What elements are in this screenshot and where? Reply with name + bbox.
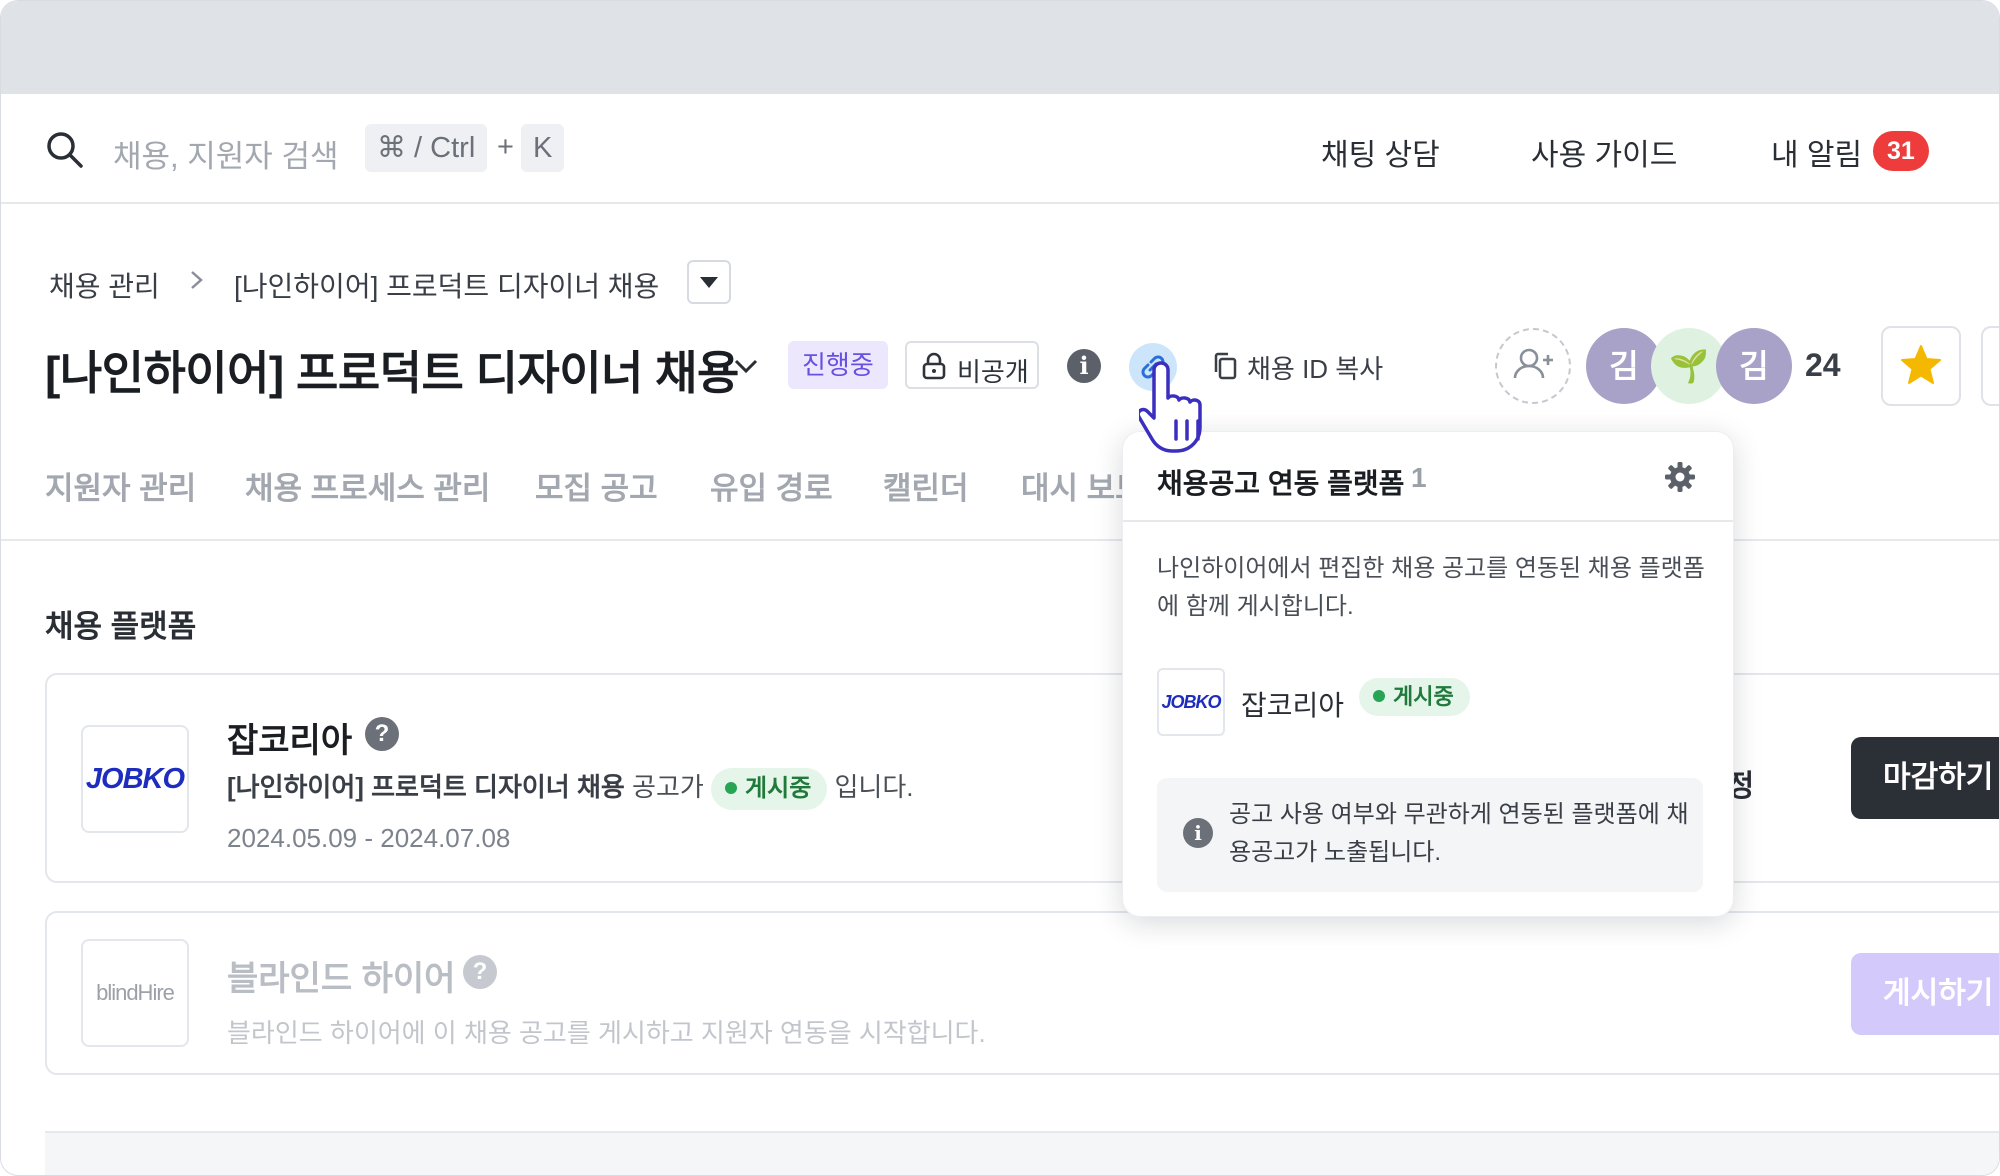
blindhire-logo: blindHire xyxy=(81,939,189,1047)
jobkorea-logo: JOBKO xyxy=(81,725,189,833)
shortcut-key-modifier: ⌘ / Ctrl xyxy=(365,124,488,172)
jobkorea-logo-text: JOBKO xyxy=(85,763,185,795)
visibility-label: 비공개 xyxy=(957,357,1029,387)
platform-card-blindhire: blindHire 블라인드 하이어 ? 블라인드 하이어에 이 채용 공고를 … xyxy=(45,911,1999,1075)
popover-status-badge: 게시중 xyxy=(1359,678,1470,716)
popover-description: 나인하이어에서 편집한 채용 공고를 연동된 채용 플랫폼에 함께 게시합니다. xyxy=(1157,555,1705,620)
member-count: 24 xyxy=(1805,347,1841,383)
add-user-icon xyxy=(1513,348,1553,379)
add-member-button[interactable] xyxy=(1495,328,1571,404)
next-section xyxy=(45,1131,1999,1175)
platform-name: 잡코리아 xyxy=(227,722,353,760)
popover-note-text: 공고 사용 여부와 무관하게 연동된 플랫폼에 채용공고가 노출됩니다. xyxy=(1229,801,1689,866)
tab-applicants[interactable]: 지원자 관리 xyxy=(45,463,196,508)
posting-period: 2024.05.09 - 2024.07.08 xyxy=(227,823,511,853)
jobkorea-logo-text: JOBKO xyxy=(1161,692,1221,712)
platform-description: 블라인드 하이어에 이 채용 공고를 게시하고 지원자 연동을 시작합니다. xyxy=(227,1018,986,1048)
breadcrumb-current: [나인하이어] 프로덕트 디자이너 채용 xyxy=(234,271,660,302)
user-guide-link[interactable]: 사용 가이드 xyxy=(1531,130,1677,174)
close-posting-button[interactable]: 마감하기 xyxy=(1851,737,1999,819)
favorite-button[interactable] xyxy=(1881,326,1961,406)
visibility-button[interactable]: 비공개 xyxy=(905,341,1039,389)
more-button[interactable] xyxy=(1981,326,1999,406)
jobkorea-logo: JOBKO xyxy=(1157,668,1225,736)
avatar[interactable]: 김 xyxy=(1716,328,1792,404)
shortcut-plus: + xyxy=(497,131,514,163)
tab-calendar[interactable]: 캘린더 xyxy=(883,463,969,508)
status-badge: 진행중 xyxy=(788,341,888,389)
copy-id-label: 채용 ID 복사 xyxy=(1247,354,1384,384)
section-title: 채용 플랫폼 xyxy=(45,609,197,644)
page-title: [나인하이어] 프로덕트 디자이너 채용 xyxy=(45,347,739,399)
notifications-badge: 31 xyxy=(1873,131,1929,171)
popover-title: 채용공고 연동 플랫폼 xyxy=(1157,468,1405,499)
chevron-down-icon[interactable] xyxy=(731,351,761,381)
chat-support-link[interactable]: 채팅 상담 xyxy=(1321,130,1440,174)
desc-mid-text: 공고가 xyxy=(632,772,704,802)
info-icon[interactable]: i xyxy=(1067,349,1101,383)
tab-sources[interactable]: 유입 경로 xyxy=(710,463,833,508)
tab-process[interactable]: 채용 프로세스 관리 xyxy=(245,463,490,508)
job-switcher-dropdown[interactable] xyxy=(687,260,731,304)
desc-end-text: 입니다. xyxy=(834,772,914,802)
blindhire-logo-text: blindHire xyxy=(96,980,175,1005)
pointer-cursor-icon xyxy=(1139,361,1202,453)
search-icon[interactable] xyxy=(45,130,85,170)
lock-icon xyxy=(922,352,946,380)
header: 채용, 지원자 검색 ⌘ / Ctrl + K 채팅 상담 사용 가이드 내 알… xyxy=(1,94,1999,204)
platform-description: [나인하이어] 프로덕트 디자이너 채용 공고가 게시중 입니다. xyxy=(227,767,914,811)
posting-status-badge: 게시중 xyxy=(711,768,828,811)
chevron-right-icon xyxy=(191,271,203,289)
linked-platforms-popover: 채용공고 연동 플랫폼 1 나인하이어에서 편집한 채용 공고를 연동된 채용 … xyxy=(1122,431,1734,917)
job-title-text: [나인하이어] 프로덕트 디자이너 채용 xyxy=(227,772,625,802)
popover-count: 1 xyxy=(1411,462,1427,493)
popover-divider xyxy=(1123,520,1733,522)
popover-platform-name: 잡코리아 xyxy=(1241,690,1345,721)
tab-job-posting[interactable]: 모집 공고 xyxy=(535,463,658,508)
help-icon[interactable]: ? xyxy=(463,955,497,989)
notifications-link[interactable]: 내 알림 xyxy=(1771,130,1862,174)
help-icon[interactable]: ? xyxy=(365,717,399,751)
shortcut-key-k: K xyxy=(521,124,565,172)
window-top-bar xyxy=(1,1,1999,94)
star-icon xyxy=(1901,345,1941,384)
app-window: 채용, 지원자 검색 ⌘ / Ctrl + K 채팅 상담 사용 가이드 내 알… xyxy=(0,0,2000,1176)
caret-down-icon xyxy=(700,277,718,288)
post-button[interactable]: 게시하기 xyxy=(1851,953,1999,1035)
platform-name: 블라인드 하이어 xyxy=(227,960,456,998)
search-input[interactable]: 채용, 지원자 검색 xyxy=(113,131,338,176)
info-icon: i xyxy=(1183,818,1213,848)
popover-note: i 공고 사용 여부와 무관하게 연동된 플랫폼에 채용공고가 노출됩니다. xyxy=(1157,778,1703,892)
gear-icon[interactable] xyxy=(1663,460,1697,494)
breadcrumb-root[interactable]: 채용 관리 xyxy=(49,265,160,305)
